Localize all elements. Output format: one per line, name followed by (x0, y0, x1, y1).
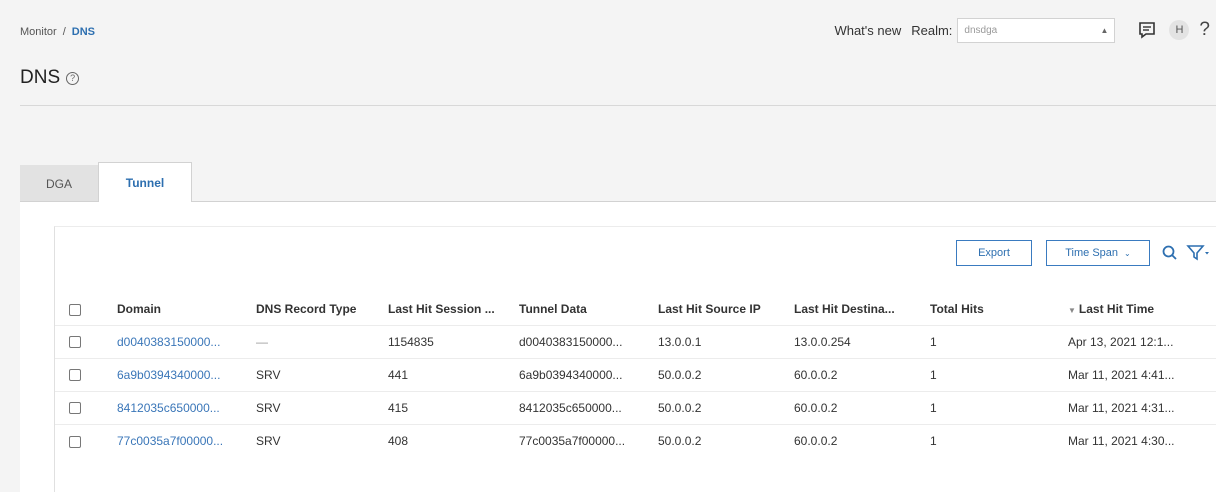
table-header-row: Domain DNS Record Type Last Hit Session … (55, 293, 1216, 325)
dns-tunnel-table: Domain DNS Record Type Last Hit Session … (55, 293, 1216, 457)
column-header-domain[interactable]: Domain (117, 293, 256, 325)
column-header-record-type[interactable]: DNS Record Type (256, 293, 388, 325)
row-checkbox-cell (55, 390, 117, 424)
table-toolbar: Export Time Span ⌄ (956, 240, 1216, 266)
session-cell: 408 (388, 423, 519, 457)
column-header-last-hit-time-label: Last Hit Time (1078, 301, 1155, 316)
tab-panel: Export Time Span ⌄ Domain DNS Record Typ… (20, 201, 1216, 492)
row-checkbox[interactable] (69, 435, 81, 448)
search-icon[interactable] (1160, 243, 1180, 263)
column-header-tunnel-data[interactable]: Tunnel Data (519, 293, 658, 325)
total-hits-cell: 1 (930, 390, 1064, 424)
tab-tunnel[interactable]: Tunnel (98, 162, 192, 202)
message-icon[interactable] (1137, 20, 1157, 40)
select-all-cell (55, 293, 117, 325)
row-checkbox-cell (55, 324, 117, 358)
tunnel-data-cell: d0040383150000... (519, 324, 658, 358)
table-row[interactable]: 8412035c650000... SRV 415 8412035c650000… (55, 390, 1216, 424)
help-circle-icon[interactable]: ? (66, 71, 80, 85)
session-cell: 1154835 (388, 324, 519, 358)
tunnel-data-cell: 8412035c650000... (519, 390, 658, 424)
destination-cell: 60.0.0.2 (794, 423, 930, 457)
realm-label: Realm: (911, 22, 953, 38)
last-hit-time-cell: Mar 11, 2021 4:31... (1064, 390, 1216, 424)
select-all-checkbox[interactable] (69, 303, 81, 316)
select-caret-icon: ▲︎ (1100, 25, 1109, 35)
page-title: DNS ? (20, 67, 80, 89)
sort-descending-icon: ▼ (1068, 305, 1076, 315)
time-span-dropdown[interactable]: Time Span ⌄ (1046, 240, 1150, 266)
last-hit-time-cell: Apr 13, 2021 12:1... (1064, 324, 1216, 358)
table-row[interactable]: 6a9b0394340000... SRV 441 6a9b0394340000… (55, 357, 1216, 391)
total-hits-cell: 1 (930, 357, 1064, 391)
domain-link[interactable]: 77c0035a7f00000... (117, 423, 256, 457)
total-hits-cell: 1 (930, 423, 1064, 457)
source-ip-cell: 50.0.0.2 (658, 357, 794, 391)
chevron-down-icon: ⌄ (1124, 248, 1131, 258)
breadcrumb-current: DNS (71, 26, 95, 38)
header-divider (20, 105, 1216, 106)
avatar[interactable]: H (1169, 20, 1190, 40)
source-ip-cell: 50.0.0.2 (658, 390, 794, 424)
domain-link[interactable]: 6a9b0394340000... (117, 357, 256, 391)
breadcrumb-monitor-link[interactable]: Monitor (20, 26, 57, 38)
export-button[interactable]: Export (956, 240, 1032, 266)
column-header-last-hit-time[interactable]: ▼ Last Hit Time (1064, 293, 1216, 325)
tab-dga[interactable]: DGA (20, 165, 98, 202)
column-header-session[interactable]: Last Hit Session ... (388, 293, 519, 325)
record-type-cell: — (256, 324, 388, 358)
row-checkbox[interactable] (69, 369, 81, 382)
tunnel-data-cell: 6a9b0394340000... (519, 357, 658, 391)
row-checkbox[interactable] (69, 336, 81, 349)
realm-select[interactable]: dnsdga ▲︎ (957, 17, 1116, 43)
tunnel-data-cell: 77c0035a7f00000... (519, 423, 658, 457)
session-cell: 415 (388, 390, 519, 424)
row-checkbox-cell (55, 357, 117, 391)
last-hit-time-cell: Mar 11, 2021 4:41... (1064, 357, 1216, 391)
table-container: Export Time Span ⌄ Domain DNS Record Typ… (54, 226, 1216, 492)
table-row[interactable]: 77c0035a7f00000... SRV 408 77c0035a7f000… (55, 423, 1216, 457)
session-cell: 441 (388, 357, 519, 391)
destination-cell: 60.0.0.2 (794, 390, 930, 424)
source-ip-cell: 50.0.0.2 (658, 423, 794, 457)
column-header-source-ip[interactable]: Last Hit Source IP (658, 293, 794, 325)
source-ip-cell: 13.0.0.1 (658, 324, 794, 358)
destination-cell: 13.0.0.254 (794, 324, 930, 358)
total-hits-cell: 1 (930, 324, 1064, 358)
column-header-total-hits[interactable]: Total Hits (930, 293, 1064, 325)
tab-bar: DGA Tunnel (20, 162, 192, 202)
breadcrumb: Monitor / DNS (20, 26, 95, 38)
table-row[interactable]: d0040383150000... — 1154835 d00403831500… (55, 324, 1216, 358)
realm-select-value: dnsdga (964, 24, 998, 36)
record-type-cell: SRV (256, 390, 388, 424)
record-type-cell: SRV (256, 423, 388, 457)
last-hit-time-cell: Mar 11, 2021 4:30... (1064, 423, 1216, 457)
domain-link[interactable]: 8412035c650000... (117, 390, 256, 424)
time-span-label: Time Span (1065, 247, 1119, 259)
header-toolbar: What's new Realm: dnsdga ▲︎ H ? (834, 16, 1216, 44)
column-header-destination[interactable]: Last Hit Destina... (794, 293, 930, 325)
help-icon[interactable]: ? (1199, 19, 1210, 41)
row-checkbox[interactable] (69, 402, 81, 415)
filter-icon[interactable] (1186, 243, 1210, 263)
row-checkbox-cell (55, 423, 117, 457)
page-title-text: DNS (20, 67, 61, 88)
destination-cell: 60.0.0.2 (794, 357, 930, 391)
whats-new-link[interactable]: What's new (834, 23, 901, 38)
breadcrumb-separator: / (62, 26, 66, 38)
domain-link[interactable]: d0040383150000... (117, 324, 256, 358)
record-type-cell: SRV (256, 357, 388, 391)
